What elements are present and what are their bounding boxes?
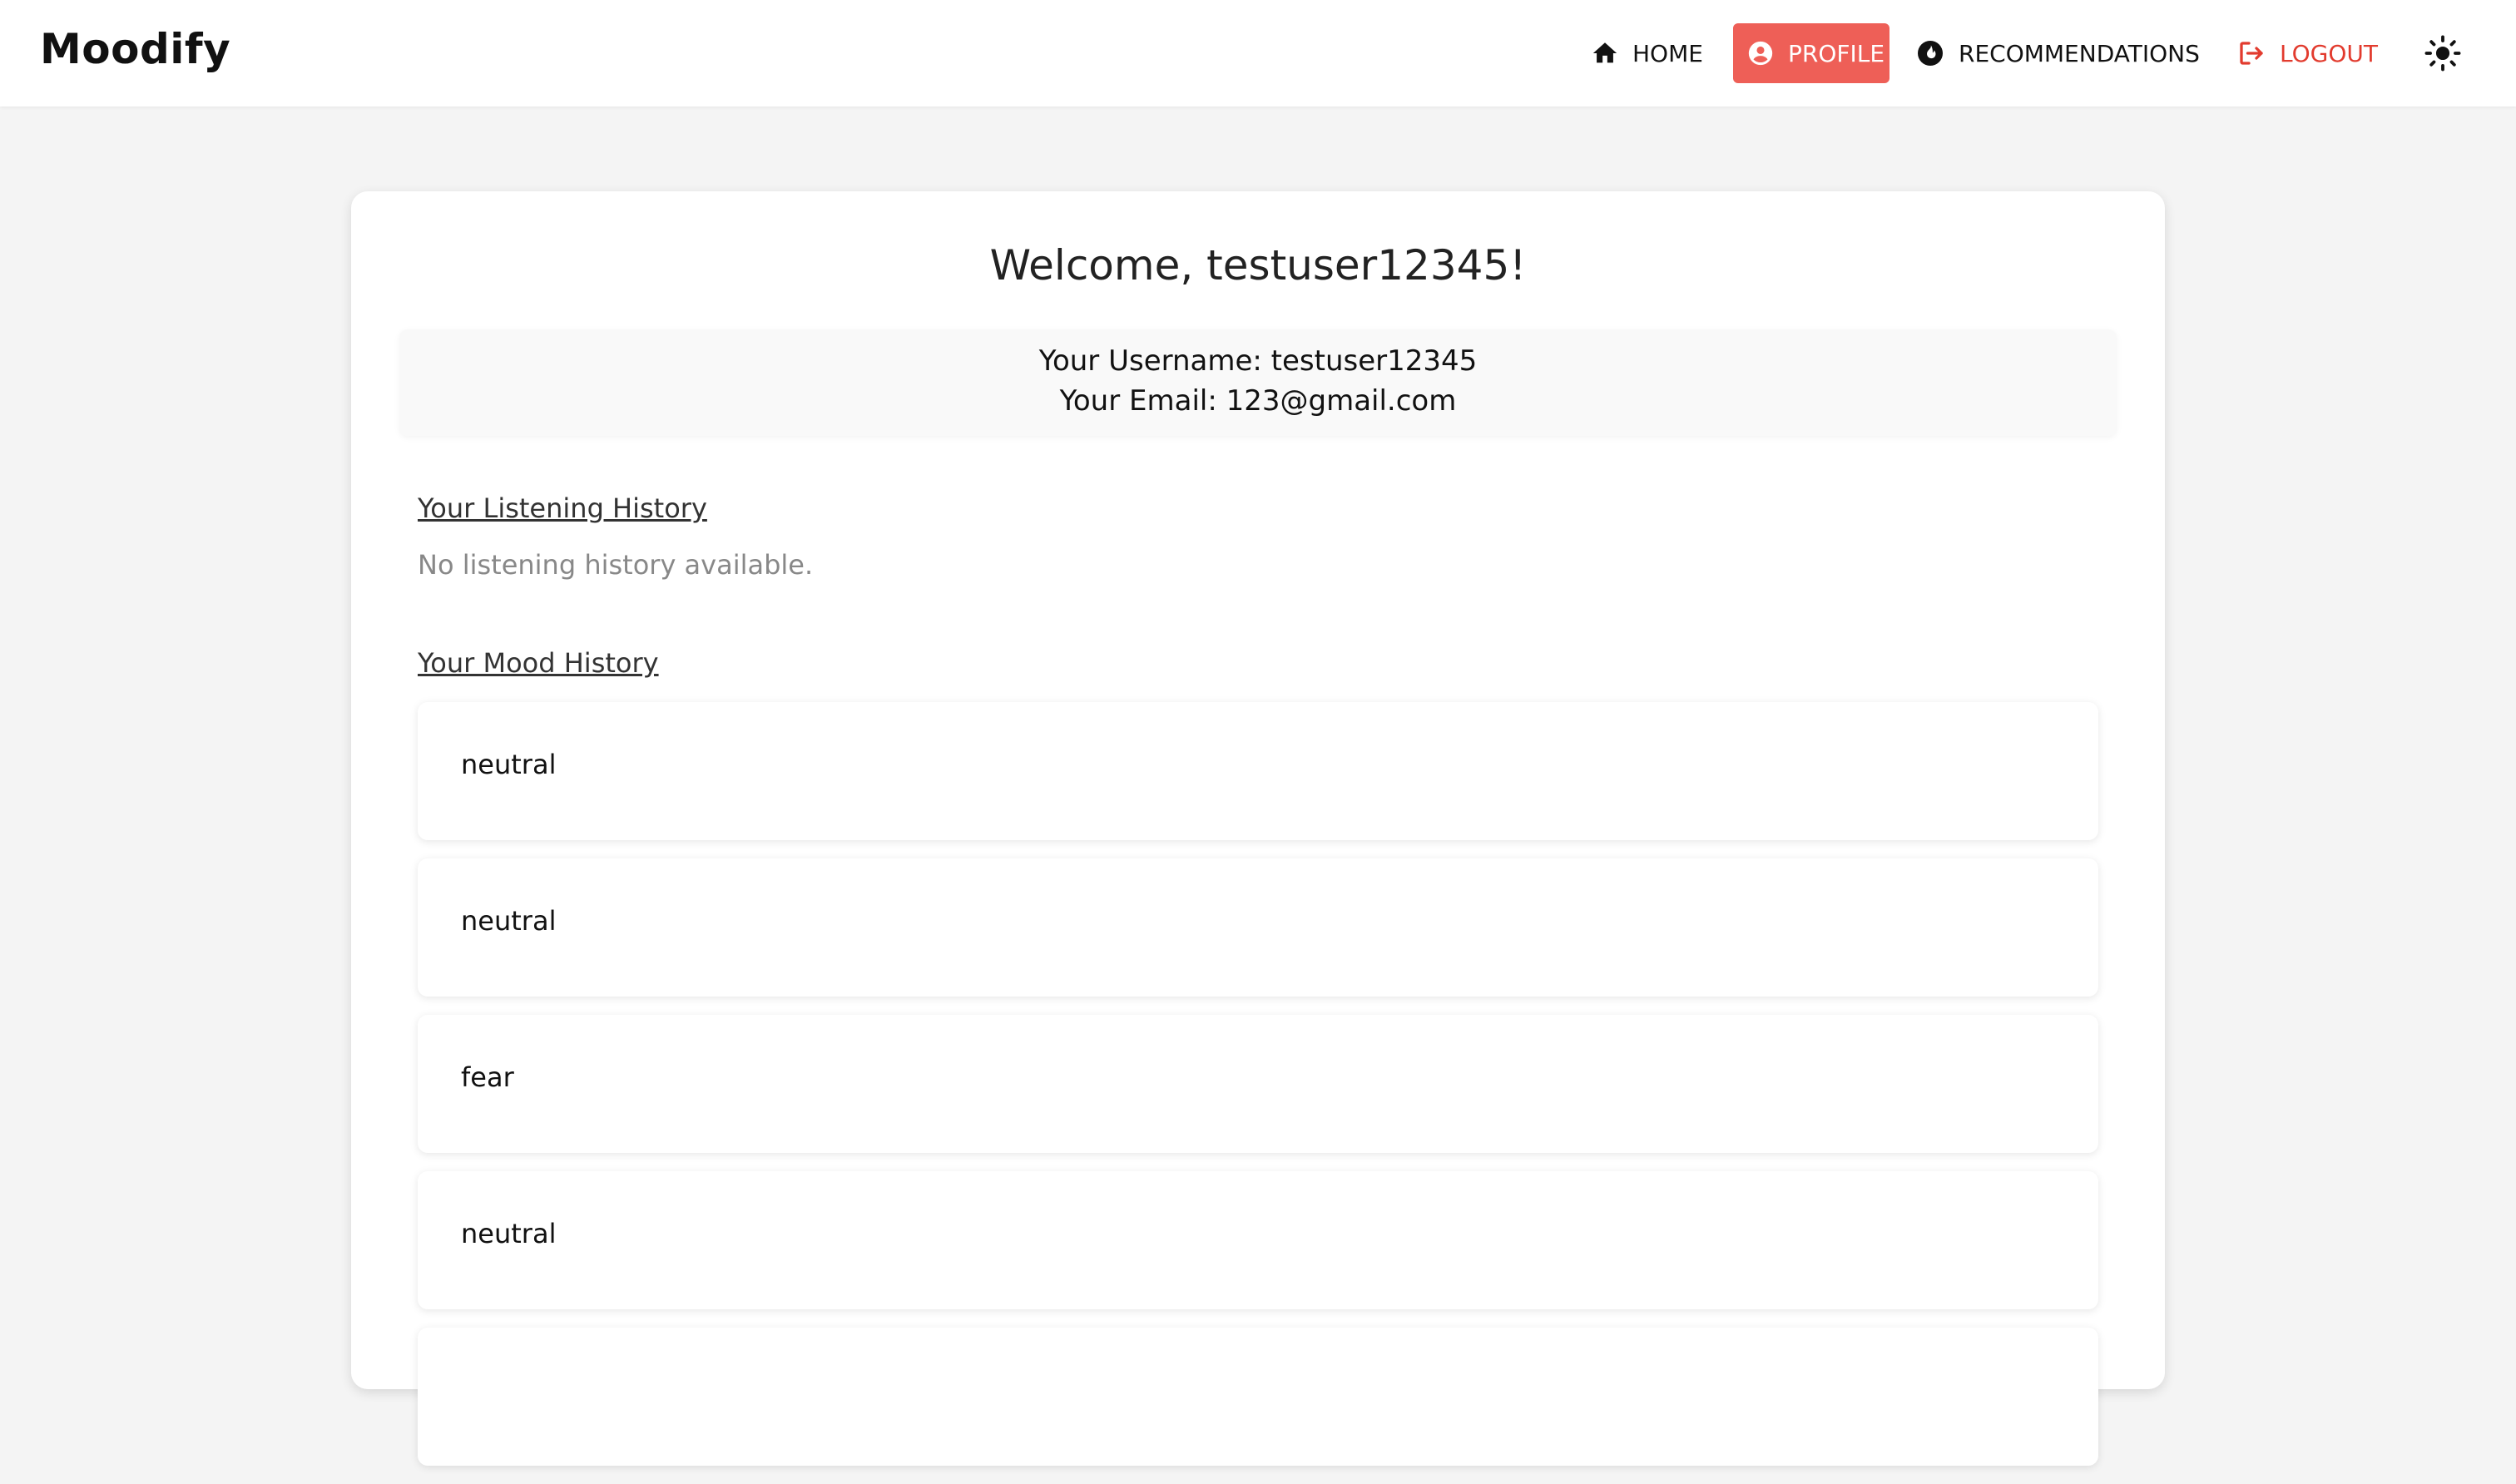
nav-logout-label: LOGOUT (2280, 39, 2378, 67)
sun-icon (2424, 34, 2462, 72)
mood-history-item: neutral (418, 702, 2098, 840)
account-info-box: Your Username: testuser12345 Your Email:… (399, 329, 2117, 436)
nav-logout-button[interactable]: LOGOUT (2223, 23, 2391, 83)
nav-profile-label: PROFILE (1788, 39, 1885, 67)
theme-toggle-button[interactable] (2421, 32, 2464, 75)
nav-home-label: HOME (1632, 39, 1703, 67)
navbar: Moodify HOME PROFILE RECOMMENDATIONS LOG… (0, 0, 2516, 106)
listening-history-empty-message: No listening history available. (418, 549, 814, 581)
mood-history-item (418, 1328, 2098, 1466)
mood-label: fear (461, 1061, 514, 1093)
logout-icon (2236, 38, 2266, 68)
home-icon (1591, 39, 1619, 67)
email-text: Your Email: 123@gmail.com (1059, 384, 1457, 418)
mood-history-list: neutral neutral fear neutral (418, 702, 2098, 1484)
welcome-heading: Welcome, testuser12345! (989, 241, 1527, 289)
nav-recommendations-button[interactable]: RECOMMENDATIONS (1902, 23, 2213, 83)
nav-home-button[interactable]: HOME (1577, 23, 1716, 83)
mood-label: neutral (461, 905, 557, 937)
account-circle-icon (1746, 39, 1775, 67)
nav-recommendations-label: RECOMMENDATIONS (1959, 39, 2200, 67)
mood-history-item: neutral (418, 1171, 2098, 1309)
profile-card: Welcome, testuser12345! Your Username: t… (351, 191, 2165, 1466)
nav-profile-button[interactable]: PROFILE (1733, 23, 1889, 83)
mood-history-item: neutral (418, 858, 2098, 997)
mood-history-title: Your Mood History (418, 647, 659, 679)
mood-history-item: fear (418, 1015, 2098, 1153)
mood-label: neutral (461, 1218, 557, 1249)
username-text: Your Username: testuser12345 (1038, 344, 1478, 378)
mood-label: neutral (461, 749, 557, 780)
listening-history-title: Your Listening History (418, 492, 707, 524)
brand-logo[interactable]: Moodify (40, 25, 230, 73)
whatshot-icon (1915, 38, 1945, 68)
